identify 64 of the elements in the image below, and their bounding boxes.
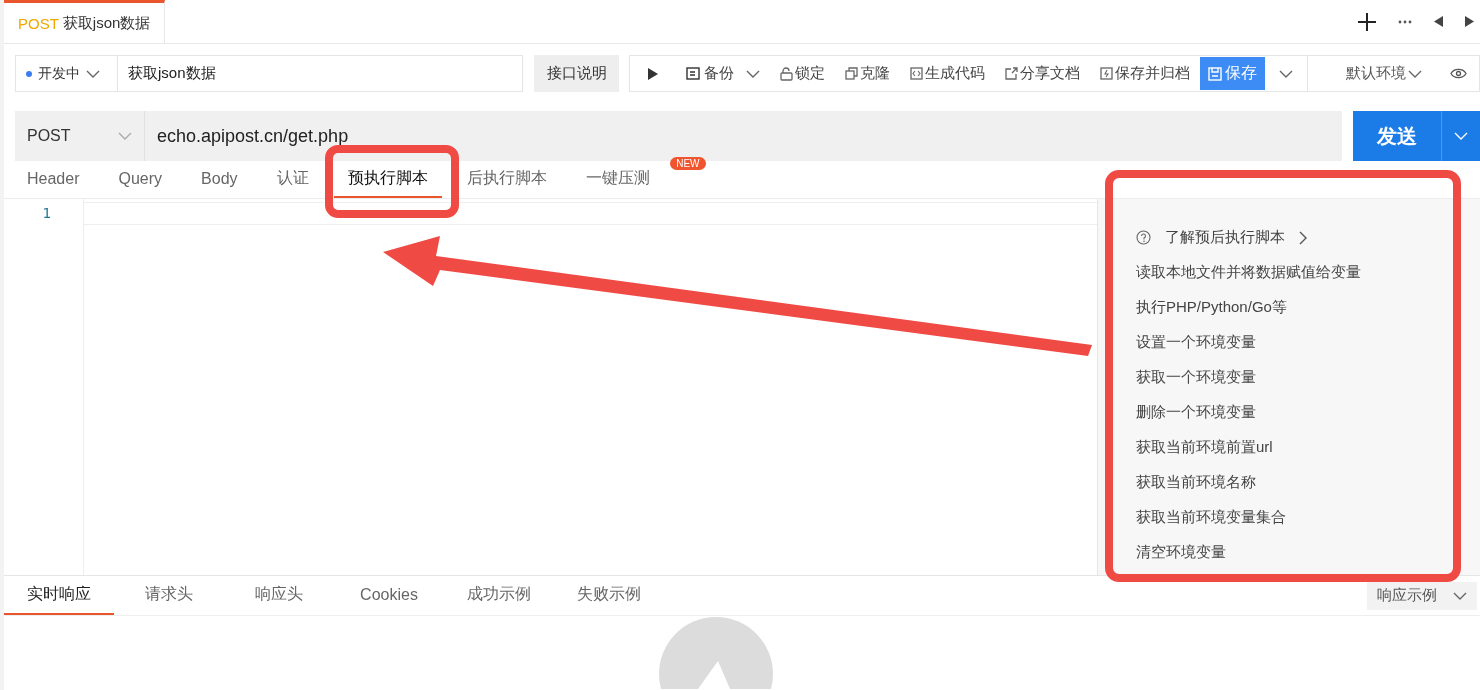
chevron-down-icon bbox=[86, 69, 100, 78]
request-tab[interactable]: Header bbox=[13, 161, 94, 198]
backup-button[interactable]: 备份 bbox=[676, 56, 770, 91]
chevron-down-icon bbox=[746, 69, 760, 78]
copy-icon bbox=[845, 67, 858, 80]
request-tab[interactable]: Query bbox=[104, 161, 177, 198]
help-icon bbox=[1136, 230, 1151, 245]
save-icon bbox=[1208, 66, 1222, 81]
more-icon[interactable] bbox=[1398, 19, 1412, 24]
empty-state-logo-icon bbox=[658, 616, 774, 689]
code-icon bbox=[910, 67, 923, 80]
snippet-item[interactable]: 清空环境变量 bbox=[1136, 535, 1480, 570]
response-tab[interactable]: 响应头 bbox=[224, 576, 334, 615]
document-icon bbox=[686, 67, 700, 80]
play-icon bbox=[648, 67, 658, 80]
snippet-item[interactable]: 获取当前环境变量集合 bbox=[1136, 500, 1480, 535]
snippet-item[interactable]: 获取一个环境变量 bbox=[1136, 360, 1480, 395]
eye-icon bbox=[1450, 68, 1467, 79]
snippet-item[interactable]: 删除一个环境变量 bbox=[1136, 395, 1480, 430]
snippet-item[interactable]: 获取当前环境前置url bbox=[1136, 430, 1480, 465]
add-icon[interactable] bbox=[1358, 12, 1376, 31]
snippet-item[interactable]: 执行PHP/Python/Go等 bbox=[1136, 290, 1480, 325]
response-tab[interactable]: 实时响应 bbox=[4, 576, 114, 615]
chevron-down-icon bbox=[1279, 69, 1293, 78]
share-icon bbox=[1005, 67, 1018, 80]
document-tab[interactable]: POST 获取json数据 bbox=[4, 0, 166, 43]
scroll-left-icon[interactable] bbox=[1434, 16, 1443, 27]
chevron-down-icon bbox=[1453, 591, 1467, 600]
toolbar-button[interactable]: 分享文档 bbox=[995, 56, 1090, 91]
toolbar-button[interactable]: 锁定 bbox=[770, 56, 835, 91]
toolbar-button[interactable]: 生成代码 bbox=[900, 56, 995, 91]
response-example-select[interactable]: 响应示例 bbox=[1367, 581, 1477, 610]
api-name-field[interactable]: 获取json数据 bbox=[118, 55, 523, 92]
response-tab[interactable]: 失败示例 bbox=[554, 576, 664, 615]
response-tab[interactable]: 成功示例 bbox=[444, 576, 554, 615]
archive-icon bbox=[1100, 67, 1113, 80]
line-number: 1 bbox=[41, 204, 52, 223]
code-line[interactable] bbox=[84, 202, 1097, 225]
snippet-item[interactable]: 获取当前环境名称 bbox=[1136, 465, 1480, 500]
api-doc-button[interactable]: 接口说明 bbox=[534, 55, 619, 92]
response-tab[interactable]: Cookies bbox=[334, 576, 444, 615]
method-value: POST bbox=[27, 127, 71, 145]
environment-select[interactable]: 默认环境 bbox=[1308, 56, 1432, 91]
chevron-right-icon bbox=[1299, 230, 1307, 245]
request-tab[interactable]: 后执行脚本 bbox=[452, 161, 561, 198]
scroll-right-icon[interactable] bbox=[1465, 16, 1474, 27]
response-tab[interactable]: 请求头 bbox=[114, 576, 224, 615]
select-value: 响应示例 bbox=[1377, 586, 1437, 605]
method-select[interactable]: POST bbox=[15, 111, 145, 161]
toolbar-button[interactable]: 克隆 bbox=[835, 56, 900, 91]
toolbar-button[interactable]: 保存并归档 bbox=[1090, 56, 1200, 91]
snippet-item[interactable]: 设置一个环境变量 bbox=[1136, 325, 1480, 360]
chevron-down-icon bbox=[1408, 69, 1422, 78]
unlock-icon bbox=[780, 66, 793, 81]
chevron-down-icon bbox=[1454, 132, 1468, 140]
chevron-down-icon bbox=[118, 132, 132, 140]
new-badge: NEW bbox=[670, 157, 706, 170]
request-tab[interactable]: 认证 bbox=[262, 161, 323, 198]
snippet-item[interactable]: 读取本地文件并将数据赋值给变量 bbox=[1136, 255, 1480, 290]
status-value: 开发中 bbox=[38, 64, 80, 83]
request-tab[interactable]: 预执行脚本 bbox=[333, 161, 442, 198]
status-dot-icon bbox=[26, 70, 32, 77]
snippet-help-link[interactable]: 了解预后执行脚本 bbox=[1136, 220, 1480, 255]
request-tab[interactable]: Body bbox=[187, 161, 252, 198]
